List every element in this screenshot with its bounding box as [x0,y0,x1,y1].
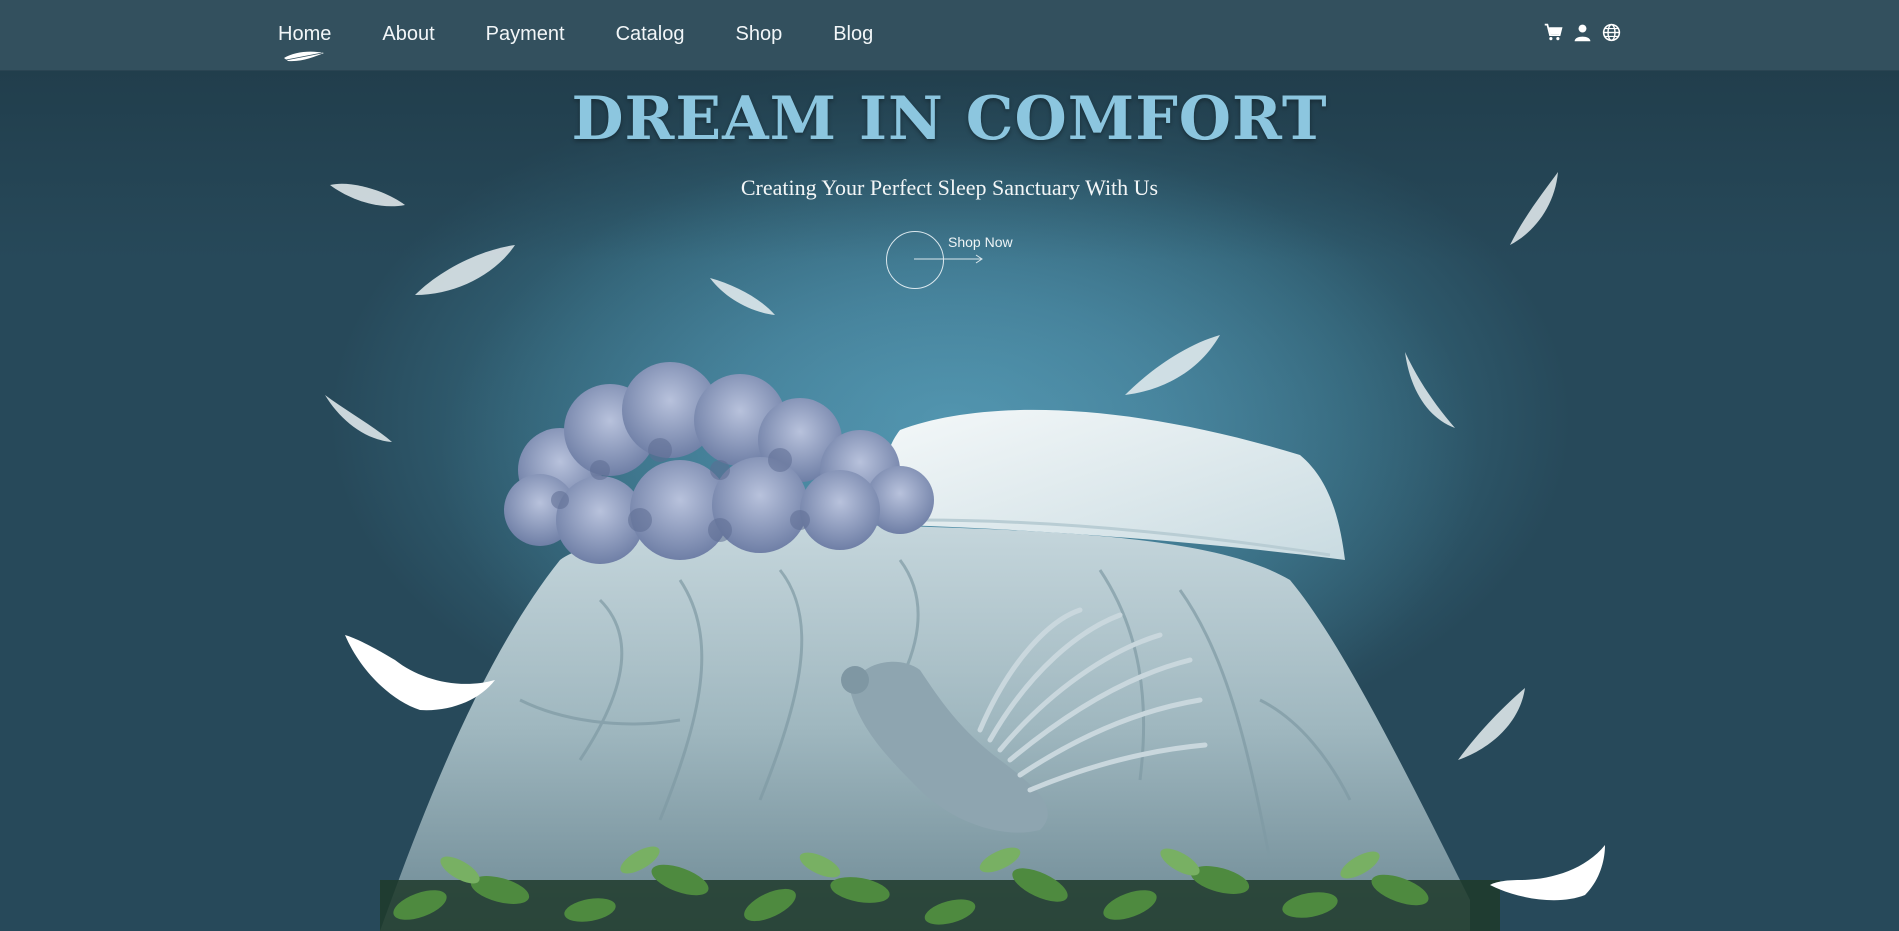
active-feather-icon [284,51,324,62]
nav-link-about[interactable]: About [382,20,434,48]
shop-now-button[interactable]: Shop Now [884,229,1014,291]
nav-link-catalog-label: Catalog [615,23,685,45]
nav-link-shop-label: Shop [735,23,783,45]
nav-link-blog[interactable]: Blog [833,20,873,48]
nav-link-blog-label: Blog [833,23,874,45]
shop-now-label: Shop Now [948,234,1013,250]
nav-link-catalog[interactable]: Catalog [616,20,685,48]
nav-link-about-label: About [382,23,435,45]
page: Home About Payment Catalog Shop Blog DRE… [0,0,1899,931]
top-navbar: Home About Payment Catalog Shop Blog [0,0,1899,71]
nav-link-shop[interactable]: Shop [736,20,783,48]
nav-link-payment-label: Payment [485,23,565,45]
nav-link-home-label: Home [278,23,332,45]
nav-link-home[interactable]: Home [278,20,332,62]
hero-subtitle: Creating Your Perfect Sleep Sanctuary Wi… [740,175,1159,200]
user-icon[interactable] [1572,22,1593,43]
nav-link-payment[interactable]: Payment [486,20,565,48]
globe-icon[interactable] [1601,22,1622,43]
nav-icon-group [1543,22,1622,43]
cart-icon[interactable] [1543,22,1564,43]
arrow-right-icon [914,254,983,264]
hero-title: DREAM IN COMFORT [571,84,1328,154]
nav-links: Home About Payment Catalog Shop Blog [278,20,924,62]
